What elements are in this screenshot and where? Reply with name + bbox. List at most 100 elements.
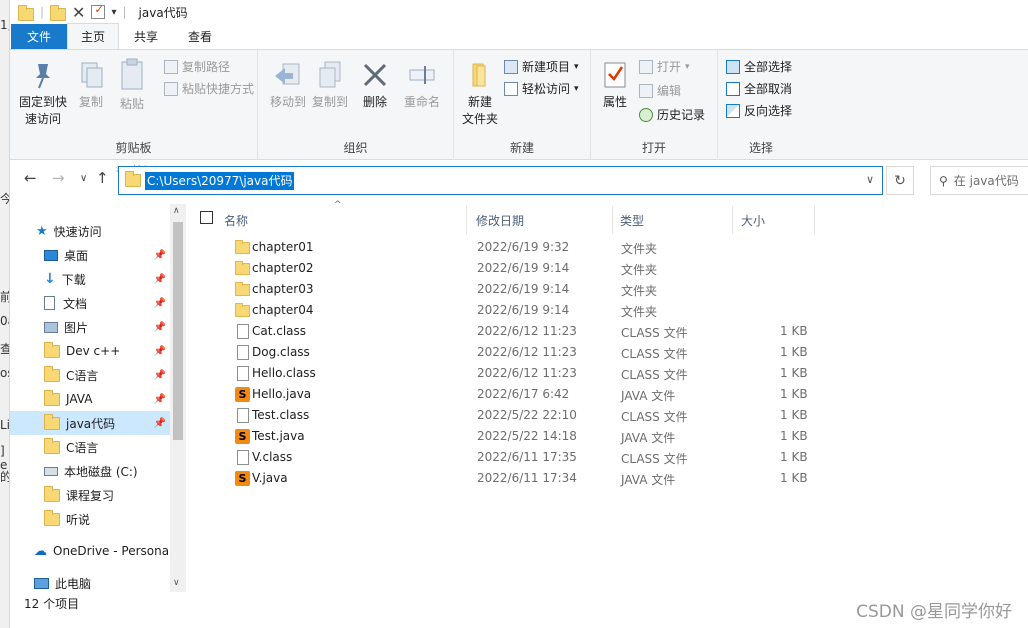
column-divider[interactable]	[732, 206, 733, 234]
quick-access-dropdown-icon[interactable]: ▾	[111, 7, 116, 18]
pin-icon[interactable]: 📌	[154, 274, 166, 285]
new-group: 新建 文件夹 新建项目 ▾ 轻松访问 ▾ 新建	[454, 50, 591, 160]
file-icon	[237, 324, 249, 339]
file-row[interactable]: Hello.class 2022/6/12 11:23 CLASS 文件 1 KB	[186, 363, 986, 384]
easy-access-icon	[504, 81, 518, 96]
file-row[interactable]: Dog.class 2022/6/12 11:23 CLASS 文件 1 KB	[186, 342, 986, 363]
file-modified: 2022/6/11 17:34	[477, 471, 577, 485]
address-dropdown-icon[interactable]: ∨	[866, 173, 874, 186]
file-type: CLASS 文件	[621, 410, 688, 424]
file-name: Hello.java	[252, 387, 312, 401]
nav-quick-access[interactable]: ★ 快速访问	[10, 219, 170, 243]
file-row[interactable]: S V.java 2022/6/11 17:34 JAVA 文件 1 KB	[186, 468, 986, 489]
new-folder-button[interactable]: 新建 文件夹	[458, 60, 502, 128]
invert-selection-button[interactable]: 反向选择	[726, 102, 792, 119]
file-row[interactable]: chapter04 2022/6/19 9:14 文件夹	[186, 300, 986, 321]
scroll-up-icon[interactable]: ∧	[173, 206, 180, 216]
file-row[interactable]: chapter01 2022/6/19 9:32 文件夹	[186, 237, 986, 258]
search-input[interactable]: ⚲ 在 java代码	[930, 166, 1028, 195]
column-header-modified[interactable]: 修改日期	[476, 208, 524, 232]
properties-button[interactable]: 属性	[597, 60, 633, 111]
back-icon[interactable]: ←	[24, 169, 37, 187]
divider: |	[40, 5, 45, 19]
refresh-button[interactable]: ↻	[886, 166, 914, 195]
tab-home[interactable]: 主页	[67, 23, 119, 49]
nav-dev-cpp[interactable]: Dev c++ 📌	[10, 339, 170, 363]
tab-file[interactable]: 文件	[11, 24, 67, 49]
file-row[interactable]: Cat.class 2022/6/12 11:23 CLASS 文件 1 KB	[186, 321, 986, 342]
history-button[interactable]: 历史记录	[639, 106, 705, 123]
nav-local-disk[interactable]: 本地磁盘 (C:)	[10, 459, 170, 483]
folder-icon	[235, 282, 250, 296]
copy-button[interactable]: 复制	[72, 60, 110, 111]
file-row[interactable]: S Test.java 2022/5/22 14:18 JAVA 文件 1 KB	[186, 426, 986, 447]
pin-icon[interactable]: 📌	[154, 394, 166, 405]
file-row[interactable]: Test.class 2022/5/22 22:10 CLASS 文件 1 KB	[186, 405, 986, 426]
pin-icon[interactable]: 📌	[154, 370, 166, 381]
recent-locations-icon[interactable]: ∨	[80, 173, 87, 184]
scroll-down-icon[interactable]: ∨	[173, 578, 180, 588]
nav-pictures[interactable]: 图片 📌	[10, 315, 170, 339]
column-divider[interactable]	[466, 206, 467, 234]
open-button[interactable]: 打开 ▾	[639, 58, 690, 75]
file-row[interactable]: chapter02 2022/6/19 9:14 文件夹	[186, 258, 986, 279]
file-icon	[237, 366, 249, 381]
nav-desktop[interactable]: 桌面 📌	[10, 243, 170, 267]
forward-icon[interactable]: →	[52, 169, 65, 187]
edit-button[interactable]: 编辑	[639, 82, 681, 99]
tab-view[interactable]: 查看	[173, 24, 227, 49]
pin-icon[interactable]: 📌	[154, 250, 166, 261]
strip-text: 0ä	[0, 314, 9, 328]
nav-course-review[interactable]: 课程复习	[10, 483, 170, 507]
java-file-icon: S	[235, 387, 250, 402]
nav-scrollbar-thumb[interactable]	[173, 222, 183, 440]
paste-shortcut-button[interactable]: 粘贴快捷方式	[164, 80, 254, 97]
address-path[interactable]: C:\Users\20977\java代码	[145, 171, 295, 190]
easy-access-button[interactable]: 轻松访问 ▾	[504, 80, 579, 97]
copy-path-button[interactable]: 复制路径	[164, 58, 230, 75]
copy-to-button[interactable]: 复制到	[310, 60, 350, 111]
nav-java-code[interactable]: java代码 📌	[10, 411, 170, 435]
chevron-down-icon: ▾	[574, 61, 579, 72]
nav-onedrive[interactable]: ☁ OneDrive - Persona	[10, 539, 170, 563]
pin-icon[interactable]: 📌	[154, 298, 166, 309]
properties-quick-icon[interactable]: ✓	[91, 3, 106, 19]
nav-documents[interactable]: 文档 📌	[10, 291, 170, 315]
nav-java-upper[interactable]: JAVA 📌	[10, 387, 170, 411]
desktop-icon	[44, 249, 58, 261]
move-to-button[interactable]: 移动到	[268, 60, 308, 111]
column-header-type[interactable]: 类型	[620, 208, 644, 232]
column-header-size[interactable]: 大小	[741, 208, 765, 232]
file-row[interactable]: S Hello.java 2022/6/17 6:42 JAVA 文件 1 KB	[186, 384, 986, 405]
pin-icon[interactable]: 📌	[154, 346, 166, 357]
file-row[interactable]: V.class 2022/6/11 17:35 CLASS 文件 1 KB	[186, 447, 986, 468]
file-modified: 2022/5/22 14:18	[477, 429, 577, 443]
delete-button[interactable]: 删除	[358, 60, 392, 111]
nav-c-language[interactable]: C语言 📌	[10, 363, 170, 387]
nav-downloads[interactable]: ↓ 下载 📌	[10, 267, 170, 291]
nav-listening[interactable]: 听说	[10, 507, 170, 531]
column-divider[interactable]	[814, 206, 815, 234]
file-row[interactable]: chapter03 2022/6/19 9:14 文件夹	[186, 279, 986, 300]
column-header-name[interactable]: 名称	[224, 208, 248, 232]
up-icon[interactable]: ↑	[96, 169, 109, 187]
pin-to-quick-access-button[interactable]: 固定到快 速访问	[14, 60, 72, 128]
strip-text: Lir	[0, 418, 10, 432]
new-folder-label-2: 文件夹	[461, 112, 498, 126]
pin-icon[interactable]: 📌	[154, 322, 166, 333]
new-folder-quick-icon[interactable]	[50, 4, 67, 21]
download-icon: ↓	[44, 271, 56, 287]
select-all-button[interactable]: 全部选择	[726, 58, 792, 75]
select-none-button[interactable]: 全部取消	[726, 80, 792, 97]
select-all-checkbox[interactable]	[200, 211, 213, 224]
paste-button[interactable]: 粘贴	[114, 58, 150, 113]
nav-c-language-2[interactable]: C语言	[10, 435, 170, 459]
delete-quick-icon[interactable]: ✕	[72, 3, 85, 22]
pin-icon[interactable]: 📌	[154, 418, 166, 429]
address-bar[interactable]: C:\Users\20977\java代码 ∨	[118, 166, 883, 195]
folder-icon	[235, 303, 250, 317]
rename-button[interactable]: 重命名	[400, 60, 444, 111]
new-item-button[interactable]: 新建项目 ▾	[504, 58, 579, 75]
tab-share[interactable]: 共享	[119, 24, 173, 49]
column-divider[interactable]	[612, 206, 613, 234]
